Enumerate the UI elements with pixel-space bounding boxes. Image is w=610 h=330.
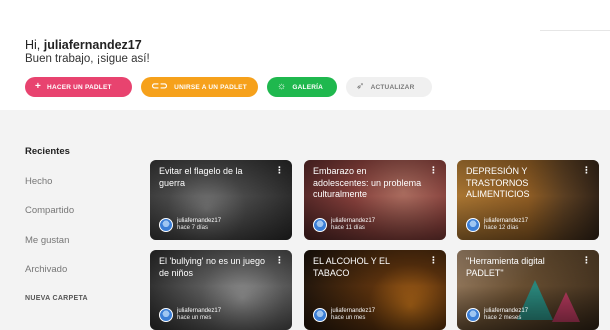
more-options-icon[interactable]: ⋮: [275, 166, 284, 175]
padlet-card[interactable]: Evitar el flagelo de la guerra ⋮ juliafe…: [150, 160, 292, 240]
sidebar-item-made[interactable]: Hecho: [25, 176, 52, 187]
rocket-icon: ➶: [356, 81, 365, 92]
upgrade-label: ACTUALIZAR: [370, 83, 415, 91]
padlet-author: juliafernandez17: [177, 308, 222, 314]
more-options-icon[interactable]: ⋮: [429, 166, 438, 175]
avatar: [313, 308, 327, 322]
padlet-time: hace 12 días: [484, 225, 519, 231]
padlet-card[interactable]: DEPRESIÓN Y TRASTORNOS ALIMENTICIOS ⋮ ju…: [457, 160, 599, 240]
padlet-card[interactable]: "Herramienta digital PADLET" ⋮ juliafern…: [457, 250, 599, 330]
link-icon: ⊂⊃: [151, 81, 169, 92]
padlet-time: hace 11 días: [331, 225, 365, 231]
padlet-time: hace un mes: [331, 315, 366, 321]
padlet-title: Evitar el flagelo de la guerra: [159, 166, 243, 188]
padlet-author: juliafernandez17: [484, 308, 529, 314]
padlet-author: juliafernandez17: [331, 218, 376, 224]
padlet-time: hace 7 días: [177, 225, 209, 231]
padlet-card[interactable]: Embarazo en adolescentes: un problema cu…: [304, 160, 446, 240]
gallery-button[interactable]: ☼ GALERÍA: [267, 77, 337, 97]
sidebar-item-shared[interactable]: Compartido: [25, 205, 74, 216]
plus-icon: +: [35, 81, 42, 92]
lightbulb-icon: ☼: [277, 81, 287, 92]
join-padlet-button[interactable]: ⊂⊃ UNIRSE A UN PADLET: [141, 77, 258, 97]
make-padlet-button[interactable]: + HACER UN PADLET: [25, 77, 132, 97]
sidebar-item-recent[interactable]: Recientes: [25, 146, 70, 157]
avatar: [466, 218, 480, 232]
sidebar-item-archived[interactable]: Archivado: [25, 264, 67, 275]
padlet-author: juliafernandez17: [484, 218, 529, 224]
padlet-time: hace un mes: [177, 315, 212, 321]
new-folder-button[interactable]: NUEVA CARPETA: [25, 295, 88, 302]
greeting: Hi, juliafernandez17: [25, 38, 142, 52]
avatar: [159, 218, 173, 232]
padlet-title: DEPRESIÓN Y TRASTORNOS ALIMENTICIOS: [466, 166, 530, 199]
more-options-icon[interactable]: ⋮: [582, 166, 591, 175]
avatar: [466, 308, 480, 322]
padlet-title: Embarazo en adolescentes: un problema cu…: [313, 166, 422, 199]
more-options-icon[interactable]: ⋮: [582, 256, 591, 265]
padlet-card[interactable]: EL ALCOHOL Y EL TABACO ⋮ juliafernandez1…: [304, 250, 446, 330]
greeting-subtitle: Buen trabajo, ¡sigue así!: [25, 53, 150, 65]
dashboard-content: Recientes Hecho Compartido Me gustan Arc…: [0, 110, 610, 330]
username: juliafernandez17: [43, 38, 142, 52]
padlet-title: El 'bullying' no es un juego de niños: [159, 256, 266, 278]
gallery-label: GALERÍA: [292, 83, 324, 91]
padlet-title: EL ALCOHOL Y EL TABACO: [313, 256, 390, 278]
make-padlet-label: HACER UN PADLET: [47, 83, 112, 91]
padlet-title: "Herramienta digital PADLET": [466, 256, 545, 278]
upgrade-button[interactable]: ➶ ACTUALIZAR: [346, 77, 432, 97]
divider: [540, 30, 610, 31]
join-padlet-label: UNIRSE A UN PADLET: [174, 83, 247, 91]
padlet-author: juliafernandez17: [177, 218, 222, 224]
more-options-icon[interactable]: ⋮: [275, 256, 284, 265]
header: Hi, juliafernandez17 Buen trabajo, ¡sigu…: [0, 0, 610, 110]
padlet-card[interactable]: El 'bullying' no es un juego de niños ⋮ …: [150, 250, 292, 330]
padlet-time: hace 2 meses: [484, 315, 522, 321]
avatar: [159, 308, 173, 322]
more-options-icon[interactable]: ⋮: [429, 256, 438, 265]
avatar: [313, 218, 327, 232]
sidebar-item-liked[interactable]: Me gustan: [25, 235, 69, 246]
padlet-author: juliafernandez17: [331, 308, 376, 314]
